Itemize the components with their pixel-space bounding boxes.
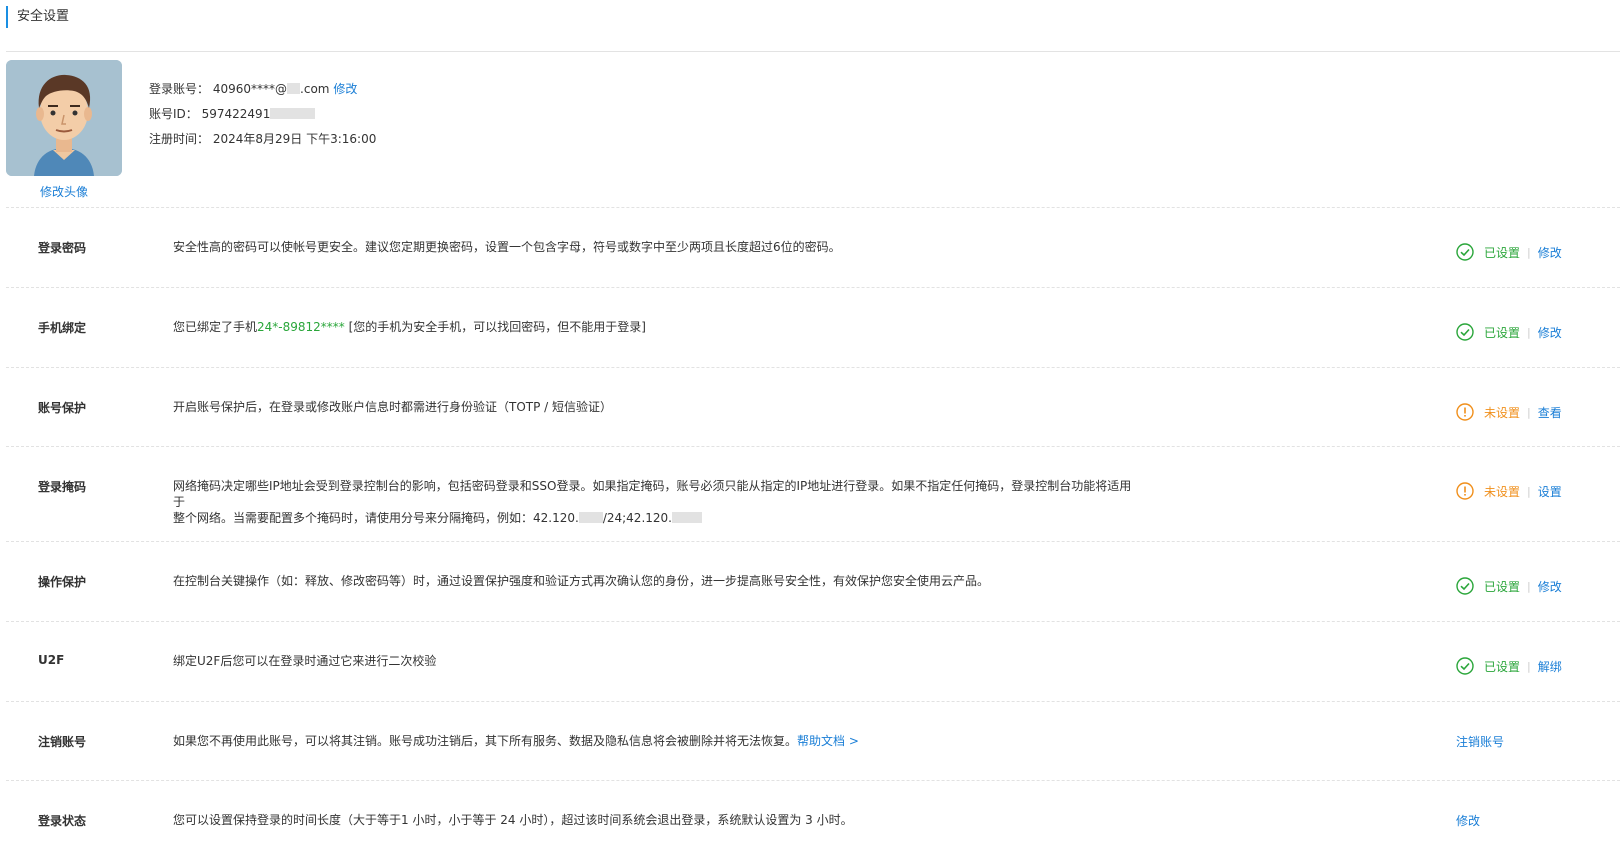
mask-desc-line1: 网络掩码决定哪些IP地址会受到登录控制台的影响，包括密码登录和SSO登录。如果指…	[173, 479, 1132, 509]
status-label: 已设置	[1484, 659, 1521, 674]
row-status: 已设置 | 修改	[1456, 323, 1562, 341]
row-title: 登录状态	[38, 814, 87, 828]
redacted-block	[270, 108, 316, 119]
modify-phone-link[interactable]: 修改	[1538, 324, 1562, 341]
phone-desc-prefix: 您已绑定了手机	[173, 320, 258, 334]
security-row-login-status: 登录状态 您可以设置保持登录的时间长度（大于等于1 小时，小于等于 24 小时）…	[6, 780, 1620, 862]
row-status: 修改	[1456, 812, 1480, 829]
mask-desc-line2: 整个网络。当需要配置多个掩码时，请使用分号来分隔掩码，例如：42.120. /24…	[173, 510, 1133, 526]
status-label: 未设置	[1484, 405, 1521, 420]
status-label: 已设置	[1484, 245, 1521, 260]
separator: |	[1527, 245, 1531, 259]
status-label: 未设置	[1484, 484, 1521, 499]
login-account-label: 登录账号：	[149, 82, 210, 96]
row-title: U2F	[38, 653, 65, 667]
security-row-login-mask: 登录掩码 网络掩码决定哪些IP地址会受到登录控制台的影响，包括密码登录和SSO登…	[6, 446, 1620, 542]
view-protection-link[interactable]: 查看	[1538, 404, 1562, 421]
help-doc-link[interactable]: 帮助文档 >	[797, 734, 859, 748]
login-account-prefix: 40960****@	[212, 82, 288, 96]
header-divider	[6, 51, 1620, 52]
security-row-account-protection: 账号保护 开启账号保护后，在登录或修改账户信息时都需进行身份验证（TOTP / …	[6, 367, 1620, 447]
check-circle-icon	[1456, 577, 1474, 595]
row-status: 已设置 | 修改	[1456, 243, 1562, 261]
login-account-suffix: .com	[300, 82, 330, 96]
row-title: 账号保护	[38, 401, 87, 415]
row-description: 您可以设置保持登录的时间长度（大于等于1 小时，小于等于 24 小时），超过该时…	[173, 813, 853, 827]
row-title: 注销账号	[38, 735, 87, 749]
modify-operation-protection-link[interactable]: 修改	[1538, 578, 1562, 595]
row-title: 操作保护	[38, 575, 87, 589]
separator: |	[1527, 659, 1531, 673]
row-description: 在控制台关键操作（如：释放、修改密码等）时，通过设置保护强度和验证方式再次确认您…	[173, 574, 990, 588]
redacted-block	[578, 512, 603, 523]
separator: |	[1527, 579, 1531, 593]
register-time-line: 注册时间： 2024年8月29日 下午3:16:00	[149, 131, 376, 147]
row-description: 绑定U2F后您可以在登录时通过它来进行二次校验	[173, 654, 437, 668]
edit-account-link[interactable]: 修改	[333, 82, 357, 96]
row-status: 已设置 | 解绑	[1456, 657, 1562, 675]
row-status: 注销账号	[1456, 733, 1504, 750]
security-row-u2f: U2F 绑定U2F后您可以在登录时通过它来进行二次校验 已设置 | 解绑	[6, 621, 1620, 702]
close-account-desc: 如果您不再使用此账号，可以将其注销。账号成功注销后，其下所有服务、数据及隐私信息…	[173, 734, 798, 748]
mask-desc-line2-prefix: 整个网络。当需要配置多个掩码时，请使用分号来分隔掩码，例如：42.120.	[173, 511, 579, 525]
redacted-block	[287, 83, 301, 94]
account-id-label: 账号ID：	[149, 107, 198, 121]
separator: |	[1527, 325, 1531, 339]
user-avatar-illustration	[6, 60, 122, 176]
modify-login-status-link[interactable]: 修改	[1456, 812, 1480, 829]
modify-password-link[interactable]: 修改	[1538, 244, 1562, 261]
security-row-operation-protection: 操作保护 在控制台关键操作（如：释放、修改密码等）时，通过设置保护强度和验证方式…	[6, 541, 1620, 622]
row-status: 未设置 | 查看	[1456, 403, 1562, 421]
status-label: 已设置	[1484, 579, 1521, 594]
check-circle-icon	[1456, 243, 1474, 261]
close-account-link[interactable]: 注销账号	[1456, 733, 1504, 750]
row-title: 手机绑定	[38, 321, 87, 335]
row-status: 已设置 | 修改	[1456, 577, 1562, 595]
check-circle-icon	[1456, 657, 1474, 675]
exclamation-circle-icon	[1456, 403, 1474, 421]
row-title: 登录掩码	[38, 480, 87, 494]
check-circle-icon	[1456, 323, 1474, 341]
register-time-value: 2024年8月29日 下午3:16:00	[212, 132, 377, 146]
account-id-value: 597422491	[201, 107, 271, 121]
separator: |	[1527, 484, 1531, 498]
account-id-line: 账号ID： 597422491	[149, 106, 316, 122]
security-row-phone: 手机绑定 您已绑定了手机24*-89812**** [您的手机为安全手机，可以找…	[6, 287, 1620, 368]
mask-desc-line2-mid: /24;42.120.	[602, 511, 672, 525]
exclamation-circle-icon	[1456, 482, 1474, 500]
row-description: 网络掩码决定哪些IP地址会受到登录控制台的影响，包括密码登录和SSO登录。如果指…	[173, 478, 1133, 526]
set-mask-link[interactable]: 设置	[1538, 483, 1562, 500]
separator: |	[1527, 405, 1531, 419]
change-avatar-link[interactable]: 修改头像	[6, 183, 122, 200]
row-title: 登录密码	[38, 241, 87, 255]
row-description: 开启账号保护后，在登录或修改账户信息时都需进行身份验证（TOTP / 短信验证）	[173, 400, 613, 414]
security-row-close-account: 注销账号 如果您不再使用此账号，可以将其注销。账号成功注销后，其下所有服务、数据…	[6, 701, 1620, 781]
unbind-u2f-link[interactable]: 解绑	[1538, 658, 1562, 675]
page-title: 安全设置	[6, 6, 69, 28]
redacted-block	[671, 512, 702, 523]
security-row-password: 登录密码 安全性高的密码可以使帐号更安全。建议您定期更换密码，设置一个包含字母，…	[6, 207, 1620, 288]
row-status: 未设置 | 设置	[1456, 482, 1562, 500]
phone-desc-suffix: [您的手机为安全手机，可以找回密码，但不能用于登录]	[344, 320, 646, 334]
register-time-label: 注册时间：	[149, 132, 210, 146]
row-description: 您已绑定了手机24*-89812**** [您的手机为安全手机，可以找回密码，但…	[173, 319, 1133, 335]
status-label: 已设置	[1484, 325, 1521, 340]
row-description: 安全性高的密码可以使帐号更安全。建议您定期更换密码，设置一个包含字母，符号或数字…	[173, 240, 841, 254]
bound-phone-number: 24*-89812****	[257, 320, 345, 334]
avatar[interactable]	[6, 60, 122, 176]
login-account-line: 登录账号： 40960****@ .com 修改	[149, 81, 357, 97]
row-description: 如果您不再使用此账号，可以将其注销。账号成功注销后，其下所有服务、数据及隐私信息…	[173, 733, 1133, 749]
